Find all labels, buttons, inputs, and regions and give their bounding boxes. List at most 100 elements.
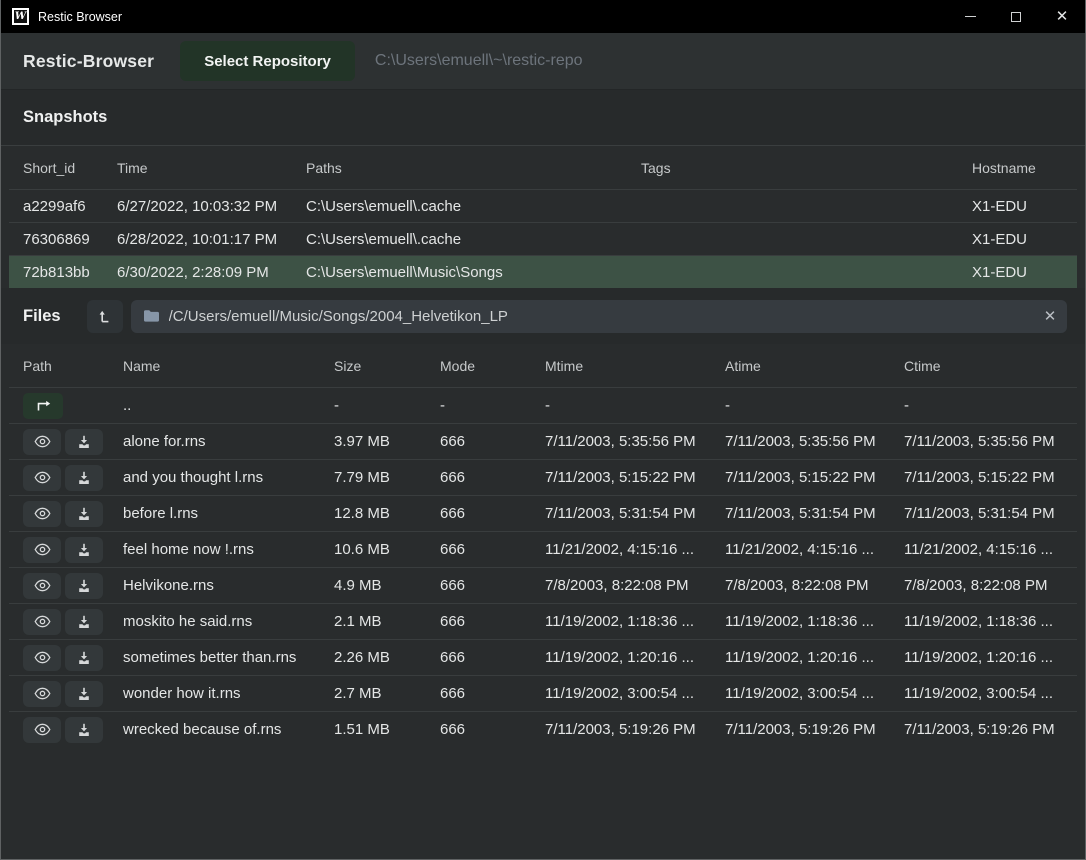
snapshot-row[interactable]: a2299af66/27/2022, 10:03:32 PMC:\Users\e… xyxy=(9,189,1077,222)
download-icon xyxy=(77,687,91,701)
preview-file-button[interactable] xyxy=(23,573,61,599)
file-ctime: 11/21/2002, 4:15:16 ... xyxy=(904,541,1069,558)
download-file-button[interactable] xyxy=(65,501,103,527)
eye-icon xyxy=(34,723,51,736)
preview-file-button[interactable] xyxy=(23,681,61,707)
download-file-button[interactable] xyxy=(65,537,103,563)
maximize-button[interactable] xyxy=(993,0,1039,33)
snapshot-row[interactable]: 72b813bb6/30/2022, 2:28:09 PMC:\Users\em… xyxy=(9,255,1077,288)
file-row: sometimes better than.rns2.26 MB66611/19… xyxy=(9,639,1077,675)
preview-file-button[interactable] xyxy=(23,429,61,455)
file-atime: 11/19/2002, 3:00:54 ... xyxy=(725,685,904,702)
app-window: W Restic Browser ✕ Restic-Browser Select… xyxy=(0,0,1086,860)
titlebar: W Restic Browser ✕ xyxy=(1,0,1085,33)
file-atime: 7/11/2003, 5:15:22 PM xyxy=(725,469,904,486)
preview-file-button[interactable] xyxy=(23,501,61,527)
snapshot-time: 6/30/2022, 2:28:09 PM xyxy=(117,264,306,281)
files-heading: Files xyxy=(23,307,61,326)
snapshot-paths: C:\Users\emuell\Music\Songs xyxy=(306,264,641,281)
file-mtime: 11/19/2002, 1:18:36 ... xyxy=(545,613,725,630)
preview-file-button[interactable] xyxy=(23,609,61,635)
app-header: Restic-Browser Select Repository C:\User… xyxy=(1,33,1085,90)
snapshot-hostname: X1-EDU xyxy=(972,264,1069,281)
file-mtime: 11/21/2002, 4:15:16 ... xyxy=(545,541,725,558)
file-atime: 7/11/2003, 5:35:56 PM xyxy=(725,433,904,450)
download-file-button[interactable] xyxy=(65,645,103,671)
file-ctime: 7/11/2003, 5:15:22 PM xyxy=(904,469,1069,486)
snapshot-short_id: a2299af6 xyxy=(23,198,117,215)
file-mode: - xyxy=(440,397,545,414)
snapshot-paths: C:\Users\emuell\.cache xyxy=(306,198,641,215)
close-button[interactable]: ✕ xyxy=(1039,0,1085,33)
preview-file-button[interactable] xyxy=(23,645,61,671)
window-controls: ✕ xyxy=(947,0,1085,33)
dump-snapshot-button[interactable] xyxy=(87,300,123,333)
file-size: 10.6 MB xyxy=(334,541,440,558)
file-row-actions xyxy=(23,609,123,635)
eye-icon xyxy=(34,507,51,520)
snapshot-short_id: 76306869 xyxy=(23,231,117,248)
download-file-button[interactable] xyxy=(65,573,103,599)
file-name: Helvikone.rns xyxy=(123,577,334,594)
go-up-directory-button[interactable] xyxy=(23,393,63,419)
download-file-button[interactable] xyxy=(65,465,103,491)
clear-path-button[interactable]: ✕ xyxy=(1033,300,1067,333)
col-ctime: Ctime xyxy=(904,358,1069,374)
eye-icon xyxy=(34,579,51,592)
file-mode: 666 xyxy=(440,649,545,666)
files-path-value: /C/Users/emuell/Music/Songs/2004_Helveti… xyxy=(169,308,1033,325)
download-file-button[interactable] xyxy=(65,429,103,455)
file-row-actions xyxy=(23,537,123,563)
eye-icon xyxy=(34,687,51,700)
file-mode: 666 xyxy=(440,433,545,450)
file-mtime: 11/19/2002, 3:00:54 ... xyxy=(545,685,725,702)
file-mode: 666 xyxy=(440,577,545,594)
eye-icon xyxy=(34,543,51,556)
file-mode: 666 xyxy=(440,505,545,522)
select-repository-button[interactable]: Select Repository xyxy=(180,41,355,81)
app-title: Restic-Browser xyxy=(23,51,154,72)
file-atime: 11/21/2002, 4:15:16 ... xyxy=(725,541,904,558)
snapshots-table: Short_id Time Paths Tags Hostname a2299a… xyxy=(9,146,1077,288)
col-tags: Tags xyxy=(641,160,972,176)
file-row-actions xyxy=(23,501,123,527)
folder-icon xyxy=(143,309,160,323)
snapshot-short_id: 72b813bb xyxy=(23,264,117,281)
col-atime: Atime xyxy=(725,358,904,374)
preview-file-button[interactable] xyxy=(23,537,61,563)
files-path-input[interactable]: /C/Users/emuell/Music/Songs/2004_Helveti… xyxy=(131,300,1067,333)
file-atime: 7/11/2003, 5:31:54 PM xyxy=(725,505,904,522)
file-row: wrecked because of.rns1.51 MB6667/11/200… xyxy=(9,711,1077,747)
download-file-button[interactable] xyxy=(65,681,103,707)
go-up-bend-arrow-icon xyxy=(34,399,53,412)
download-file-button[interactable] xyxy=(65,717,103,743)
preview-file-button[interactable] xyxy=(23,465,61,491)
file-ctime: 7/11/2003, 5:35:56 PM xyxy=(904,433,1069,450)
parent-row-actions xyxy=(23,393,123,419)
download-file-button[interactable] xyxy=(65,609,103,635)
file-ctime: 11/19/2002, 3:00:54 ... xyxy=(904,685,1069,702)
file-mtime: 7/11/2003, 5:15:22 PM xyxy=(545,469,725,486)
file-atime: 7/8/2003, 8:22:08 PM xyxy=(725,577,904,594)
file-row: before l.rns12.8 MB666 7/11/2003, 5:31:54… xyxy=(9,495,1077,531)
minimize-button[interactable] xyxy=(947,0,993,33)
file-size: 7.79 MB xyxy=(334,469,440,486)
preview-file-button[interactable] xyxy=(23,717,61,743)
snapshot-time: 6/28/2022, 10:01:17 PM xyxy=(117,231,306,248)
file-row: and you thought l.rns7.79 MB6667/11/2003… xyxy=(9,459,1077,495)
files-table-header: Path Name Size Mode Mtime Atime Ctime xyxy=(9,344,1077,387)
file-name: alone for.rns xyxy=(123,433,334,450)
file-atime: 7/11/2003, 5:19:26 PM xyxy=(725,721,904,738)
file-size: 3.97 MB xyxy=(334,433,440,450)
col-hostname: Hostname xyxy=(972,160,1069,176)
file-name: before l.rns xyxy=(123,505,334,522)
file-size: 2.26 MB xyxy=(334,649,440,666)
files-section-header: Files /C/Users/emuell/Music/Songs/2004_H… xyxy=(1,288,1085,344)
eye-icon xyxy=(34,435,51,448)
download-icon xyxy=(77,723,91,737)
file-size: 12.8 MB xyxy=(334,505,440,522)
file-mode: 666 xyxy=(440,685,545,702)
file-mode: 666 xyxy=(440,469,545,486)
snapshot-row[interactable]: 763068696/28/2022, 10:01:17 PMC:\Users\e… xyxy=(9,222,1077,255)
file-row: alone for.rns3.97 MB666 7/11/2003, 5:35:5… xyxy=(9,423,1077,459)
